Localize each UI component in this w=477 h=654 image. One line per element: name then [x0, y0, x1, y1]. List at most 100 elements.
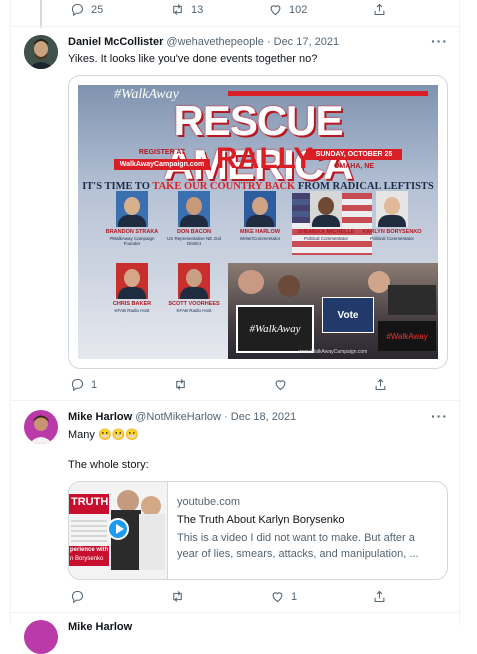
handle[interactable]: @NotMikeHarlow — [135, 411, 221, 423]
timestamp[interactable]: Dec 18, 2021 — [231, 411, 296, 423]
speaker-card: CHRIS BAKER KFAB Radio Host — [102, 263, 162, 331]
share-icon — [374, 3, 385, 16]
speaker-name: MIKE HARLOW — [239, 229, 281, 235]
link-domain: youtube.com — [177, 496, 240, 508]
reply-count: 25 — [91, 3, 104, 16]
speaker-photo — [116, 263, 148, 299]
handle[interactable]: @wehavethepeople — [166, 36, 263, 48]
divider — [10, 400, 460, 401]
tweet-header: Daniel McCollister @wehavethepeople · De… — [68, 36, 340, 48]
speaker-name: CHRIS BAKER — [112, 301, 152, 307]
speaker-card: BRANDON STRAKA #WalkAway Campaign Founder — [102, 191, 162, 259]
speaker-name: SHEMEKA MICHELLE — [297, 229, 355, 235]
speaker-role: Political Commentator — [303, 236, 348, 241]
speaker-role: US Representative NE 2nd District — [166, 236, 222, 246]
timestamp[interactable]: Dec 17, 2021 — [274, 36, 339, 48]
tweet-image[interactable]: #WalkAway RESCUE AMERICA REGISTER AT Wal… — [68, 75, 448, 369]
speaker-role: Political Commentator — [369, 236, 414, 241]
speaker-photo — [178, 263, 210, 299]
poster-footer: www.WalkAwayCampaign.com — [298, 349, 368, 355]
walkaway-sign: #WalkAway — [236, 305, 314, 353]
heart-icon — [270, 5, 281, 16]
link-card[interactable]: TRUTH perience with n Borysenko youtube.… — [68, 481, 448, 580]
divider — [10, 612, 460, 613]
more-options-icon[interactable]: ··· — [431, 33, 448, 49]
heart-icon — [272, 592, 283, 603]
like-count: 102 — [289, 3, 308, 16]
rally-city: OMAHA, NE — [333, 163, 375, 170]
walkaway-sign-2: #WalkAway — [378, 321, 436, 351]
speaker-card: SCOTT VOORHEES KFAB Radio Host — [164, 263, 224, 331]
speaker-photo — [116, 191, 148, 227]
reply-icon — [71, 378, 84, 392]
link-card-body: youtube.com The Truth About Karlyn Borys… — [177, 496, 439, 560]
speaker-name: KARLYN BORYSENKO — [362, 229, 422, 235]
more-options-icon[interactable]: ··· — [431, 408, 448, 424]
register-url: WalkAwayCampaign.com — [114, 159, 210, 170]
reply-count: 1 — [91, 378, 98, 391]
tweet-text-line2: The whole story: — [68, 459, 149, 471]
share-icon — [375, 378, 386, 391]
retweet-button[interactable]: 13 — [170, 2, 203, 17]
retweet-icon — [173, 4, 182, 15]
divider — [10, 26, 460, 27]
retweet-button[interactable] — [173, 377, 188, 392]
avatar[interactable] — [24, 620, 58, 654]
reply-icon — [71, 3, 84, 17]
share-icon — [374, 590, 385, 603]
reply-button[interactable]: 25 — [70, 2, 103, 17]
speaker-card: KARLYN BORYSENKO Political Commentator — [362, 191, 422, 259]
retweet-count: 13 — [191, 3, 204, 16]
speaker-card: DON BACON US Representative NE 2nd Distri… — [164, 191, 224, 259]
link-description-2: year of lies, smears, attacks, and manip… — [177, 548, 419, 560]
like-button[interactable]: 1 — [270, 589, 297, 604]
thread-line — [40, 0, 42, 28]
link-description-1: This is a video I did not want to make. … — [177, 532, 415, 544]
rally-poster: #WalkAway RESCUE AMERICA REGISTER AT Wal… — [78, 85, 438, 359]
speaker-card: SHEMEKA MICHELLE Political Commentator — [296, 191, 356, 259]
speaker-photo — [244, 191, 276, 227]
share-button[interactable] — [373, 377, 388, 392]
link-thumbnail: TRUTH perience with n Borysenko — [69, 482, 168, 579]
display-name[interactable]: Mike Harlow — [68, 621, 132, 633]
speaker-name: BRANDON STRAKA — [105, 229, 159, 235]
speaker-role: #WalkAway Campaign Founder — [109, 236, 155, 246]
display-name[interactable]: Daniel McCollister — [68, 36, 163, 48]
share-button[interactable] — [372, 2, 387, 17]
speaker-name: DON BACON — [177, 229, 211, 235]
rally-date: SUNDAY, OCTOBER 25 — [306, 149, 402, 160]
avatar-photo — [24, 35, 58, 69]
tweet-text: Yikes. It looks like you've done events … — [68, 53, 318, 65]
reply-button[interactable]: 1 — [70, 377, 97, 392]
play-icon[interactable] — [107, 518, 129, 540]
speaker-card: MIKE HARLOW Writer/Commentator — [230, 191, 290, 259]
heart-icon — [275, 380, 286, 391]
link-title: The Truth About Karlyn Borysenko — [177, 514, 345, 526]
display-name[interactable]: Mike Harlow — [68, 411, 132, 423]
share-button[interactable] — [372, 589, 387, 604]
avatar-photo — [24, 410, 58, 444]
avatar[interactable] — [24, 410, 58, 444]
retweet-icon — [173, 591, 182, 602]
speaker-name: SCOTT VOORHEES — [168, 301, 220, 307]
retweet-icon — [176, 379, 185, 390]
speaker-photo — [376, 191, 408, 227]
speaker-role: KFAB Radio Host — [114, 308, 150, 313]
avatar[interactable] — [24, 35, 58, 69]
tweet-text-line1: Many 😬😬😬 — [68, 429, 140, 441]
retweet-button[interactable] — [170, 589, 185, 604]
like-count: 1 — [291, 590, 298, 603]
vote-sign: Vote — [322, 297, 374, 333]
like-button[interactable] — [273, 377, 288, 392]
rally-text: RALLY — [216, 142, 314, 175]
tweet-header: Mike Harlow @NotMikeHarlow · Dec 18, 202… — [68, 411, 297, 423]
speaker-role: Writer/Commentator — [239, 236, 281, 241]
like-button[interactable]: 102 — [268, 2, 307, 17]
speaker-role: KFAB Radio Host — [176, 308, 212, 313]
register-label: REGISTER AT — [138, 149, 186, 156]
speaker-photo — [310, 191, 342, 227]
reply-icon — [71, 590, 84, 604]
speaker-photo — [178, 191, 210, 227]
reply-button[interactable] — [70, 589, 85, 604]
tweet-header: Mike Harlow — [68, 621, 132, 633]
